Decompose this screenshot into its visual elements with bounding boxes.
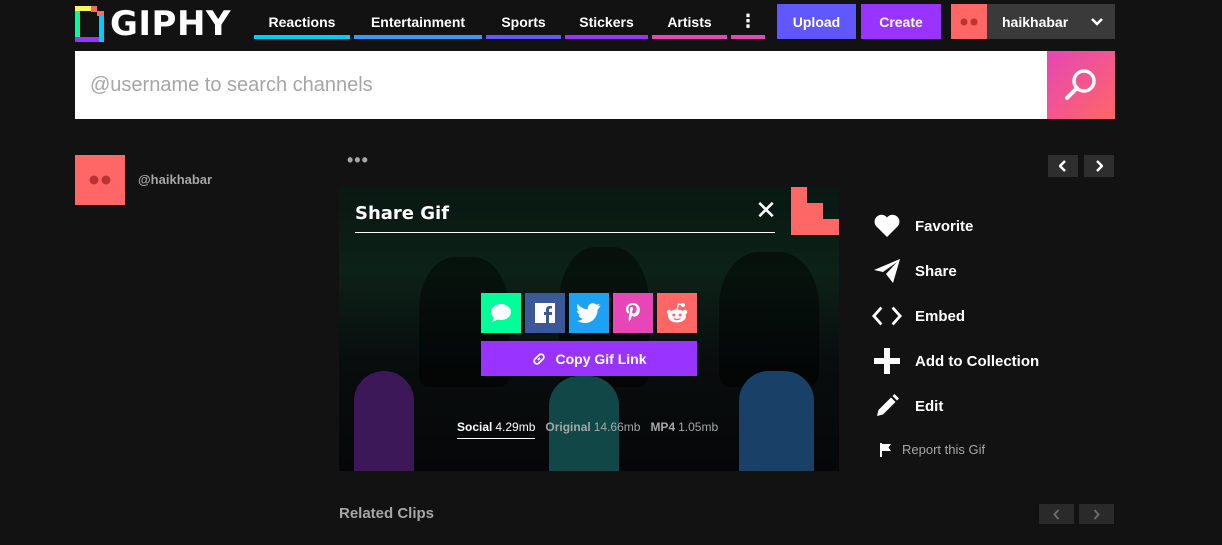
copy-link-label: Copy Gif Link <box>555 350 647 367</box>
size-value: 1.05mb <box>678 420 719 434</box>
logo-wordmark: GIPHY <box>110 4 232 44</box>
pinterest-icon <box>626 303 640 322</box>
twitter-icon <box>577 303 601 323</box>
related-next-button[interactable] <box>1079 504 1114 524</box>
share-button[interactable]: Share <box>872 255 1039 287</box>
user-menu[interactable]: haikhabar <box>951 4 1115 39</box>
share-sms-button[interactable] <box>481 293 521 333</box>
link-icon <box>532 352 545 365</box>
action-label: Embed <box>915 307 966 325</box>
more-vertical-icon: ⋮ <box>739 11 757 31</box>
size-name: MP4 <box>650 420 676 434</box>
nav-item-reactions[interactable]: Reactions <box>254 4 350 39</box>
nav-more-button[interactable]: ⋮ <box>731 4 765 39</box>
edit-button[interactable]: Edit <box>872 390 1039 422</box>
create-button[interactable]: Create <box>861 4 941 39</box>
heart-icon <box>872 211 902 241</box>
related-prev-button[interactable] <box>1039 504 1074 524</box>
close-icon[interactable]: ✕ <box>753 197 779 223</box>
chat-bubble-icon <box>491 304 511 322</box>
gif-options-button[interactable]: ••• <box>347 150 369 171</box>
nav-item-artists[interactable]: Artists <box>652 4 727 39</box>
favorite-button[interactable]: Favorite <box>872 210 1039 242</box>
chevron-right-icon <box>1096 160 1103 172</box>
gif-actions: Favorite Share Embed Add to Collection E… <box>872 210 1039 435</box>
corner-flag-icon <box>791 187 839 235</box>
size-name: Original <box>545 420 591 434</box>
size-option-original[interactable]: Original 14.66mb <box>545 420 640 439</box>
eyes-icon <box>89 175 111 185</box>
pencil-icon <box>872 391 902 421</box>
nav-item-sports[interactable]: Sports <box>486 4 561 39</box>
share-facebook-button[interactable] <box>525 293 565 333</box>
facebook-icon <box>535 303 555 323</box>
channel-handle[interactable]: @haikhabar <box>138 172 212 187</box>
chevron-left-icon <box>1059 160 1066 172</box>
size-value: 14.66mb <box>593 420 641 434</box>
related-clips-title: Related Clips <box>339 505 435 522</box>
paper-plane-icon <box>872 256 902 286</box>
nav-label: Reactions <box>268 13 336 30</box>
share-pinterest-button[interactable] <box>613 293 653 333</box>
code-icon <box>872 301 902 331</box>
embed-button[interactable]: Embed <box>872 300 1039 332</box>
giphy-logo[interactable]: GIPHY <box>75 5 231 43</box>
prev-gif-button[interactable] <box>1048 155 1078 177</box>
nav-item-entertainment[interactable]: Entertainment <box>354 4 482 39</box>
report-label: Report this Gif <box>902 442 986 457</box>
nav-label: Entertainment <box>370 13 466 30</box>
report-gif-link[interactable]: Report this Gif <box>880 442 985 457</box>
gif-size-options: Social 4.29mb Original 14.66mb MP4 1.05mb <box>457 420 728 439</box>
search-button[interactable] <box>1047 51 1115 119</box>
reddit-icon <box>666 303 688 323</box>
size-option-mp4[interactable]: MP4 1.05mb <box>650 420 718 439</box>
chevron-right-icon <box>1093 508 1100 520</box>
nav-label: Sports <box>501 13 546 30</box>
action-label: Edit <box>915 397 944 415</box>
username-label: haikhabar <box>1002 13 1069 30</box>
chevron-left-icon <box>1053 508 1060 520</box>
nav-label: Artists <box>667 13 712 30</box>
social-share-row <box>481 293 701 333</box>
avatar <box>951 4 987 39</box>
channel-avatar[interactable] <box>75 155 125 205</box>
copy-gif-link-button[interactable]: Copy Gif Link <box>481 341 697 376</box>
add-to-collection-button[interactable]: Add to Collection <box>872 345 1039 377</box>
upload-button[interactable]: Upload <box>777 4 856 39</box>
action-label: Favorite <box>915 217 974 235</box>
search-input[interactable] <box>75 51 1047 119</box>
nav-item-stickers[interactable]: Stickers <box>565 4 648 39</box>
eyes-icon <box>960 18 978 25</box>
action-label: Add to Collection <box>915 352 1040 370</box>
share-reddit-button[interactable] <box>657 293 697 333</box>
next-gif-button[interactable] <box>1084 155 1114 177</box>
chevron-down-icon[interactable] <box>1079 4 1115 39</box>
share-twitter-button[interactable] <box>569 293 609 333</box>
search-icon <box>1065 69 1096 100</box>
nav-label: Stickers <box>579 13 634 30</box>
share-title: Share Gif <box>355 203 450 224</box>
plus-icon <box>872 346 902 376</box>
flag-icon <box>880 442 891 457</box>
size-value: 4.29mb <box>495 420 536 434</box>
action-label: Share <box>915 262 957 280</box>
divider <box>355 232 775 233</box>
main-nav: Reactions Entertainment Sports Stickers … <box>254 4 769 39</box>
size-option-social[interactable]: Social 4.29mb <box>457 420 536 439</box>
giphy-logo-icon <box>75 6 104 42</box>
size-name: Social <box>457 420 493 434</box>
search-bar <box>75 51 1115 119</box>
